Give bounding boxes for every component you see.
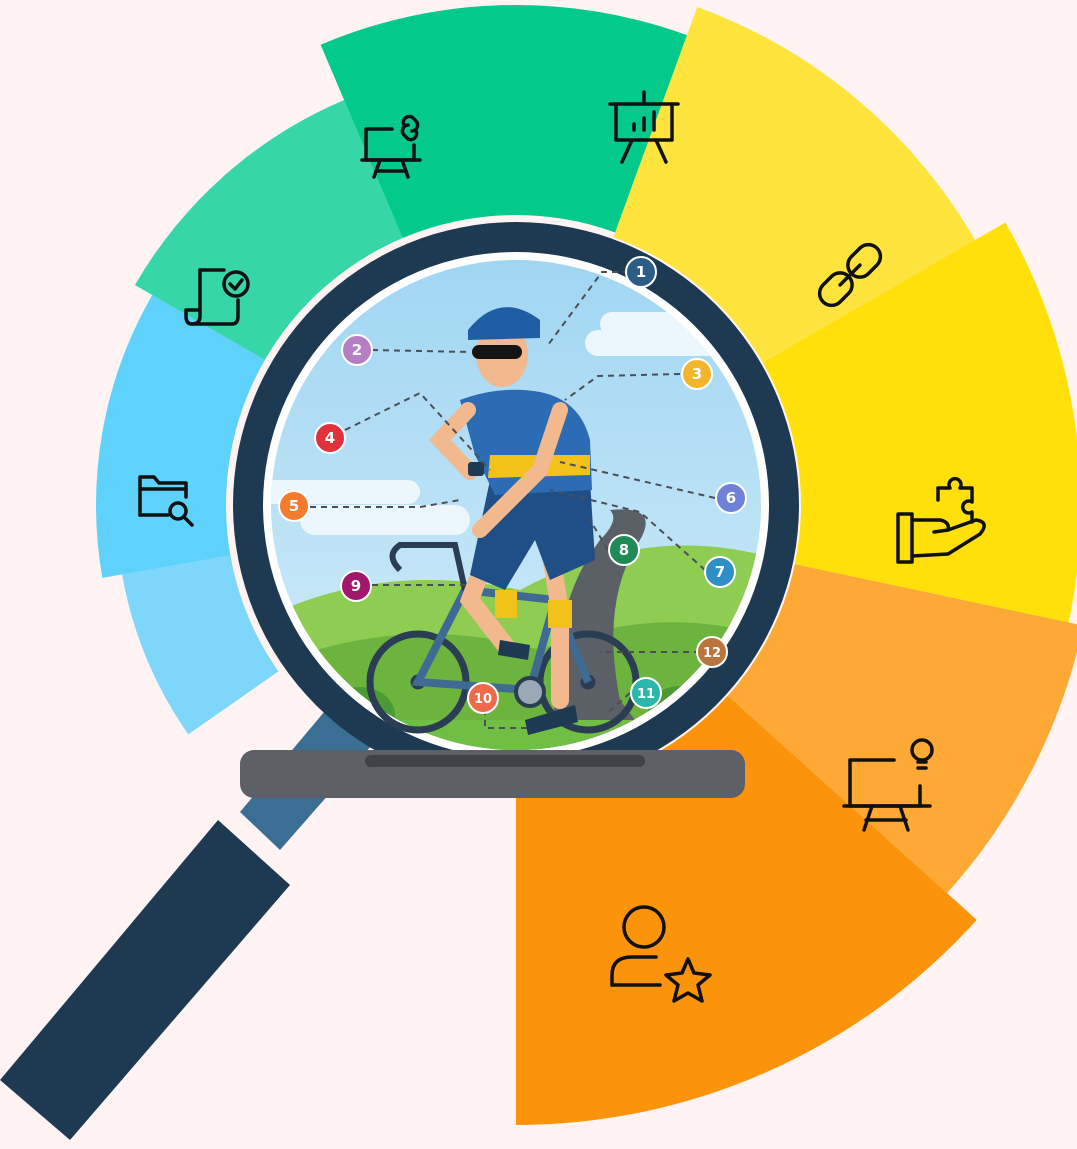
marker-7: 7 <box>704 556 736 588</box>
marker-1: 1 <box>625 256 657 288</box>
marker-11: 11 <box>630 677 662 709</box>
marker-label: 12 <box>703 646 721 661</box>
marker-label: 10 <box>474 692 492 707</box>
marker-6: 6 <box>715 482 747 514</box>
marker-label: 7 <box>715 563 725 581</box>
marker-9: 9 <box>340 570 372 602</box>
marker-label: 4 <box>325 429 335 447</box>
marker-label: 1 <box>636 263 646 281</box>
marker-4: 4 <box>314 422 346 454</box>
marker-5: 5 <box>278 490 310 522</box>
marker-label: 8 <box>619 541 629 559</box>
marker-label: 6 <box>726 489 736 507</box>
marker-label: 5 <box>289 497 299 515</box>
marker-label: 11 <box>637 687 655 702</box>
magnifier-infographic: 12345 678910 1112 <box>0 4 1077 1140</box>
marker-8: 8 <box>608 534 640 566</box>
marker-3: 3 <box>681 358 713 390</box>
marker-2: 2 <box>341 334 373 366</box>
infographic: 1 2 3 4 5 6 7 8 9 10 11 12 <box>0 0 1077 1144</box>
marker-label: 9 <box>351 577 361 595</box>
marker-12: 12 <box>696 636 728 668</box>
marker-10: 10 <box>467 682 499 714</box>
marker-label: 2 <box>352 341 362 359</box>
marker-label: 3 <box>692 365 702 383</box>
